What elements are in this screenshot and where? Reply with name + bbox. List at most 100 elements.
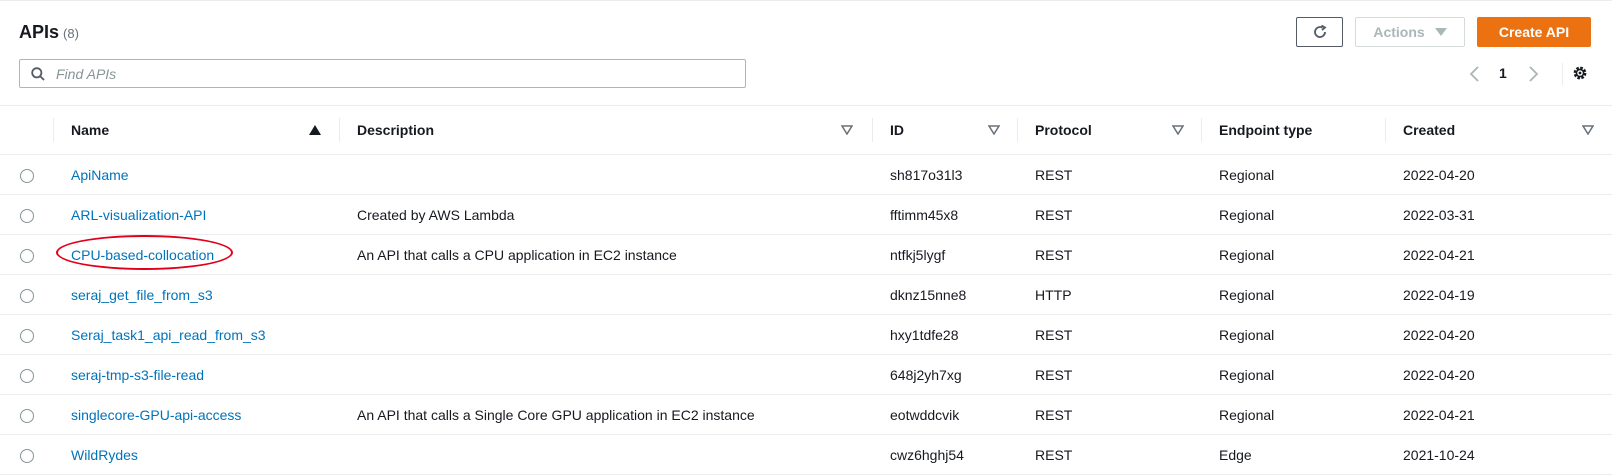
- table-row[interactable]: ApiName sh817o31l3 REST Regional 2022-04…: [0, 154, 1612, 195]
- column-header-label: Description: [357, 122, 435, 138]
- api-id-cell: eotwddcvik: [872, 394, 1017, 435]
- column-divider: [872, 118, 873, 142]
- row-radio-button[interactable]: [20, 368, 34, 383]
- row-select-cell: [0, 314, 53, 355]
- row-radio-button[interactable]: [20, 328, 34, 343]
- pager-divider: [1562, 63, 1563, 85]
- sort-toggle-icon[interactable]: [988, 125, 1000, 135]
- row-radio-button[interactable]: [20, 208, 34, 223]
- select-column-header: [0, 105, 53, 155]
- api-protocol-cell: REST: [1017, 314, 1201, 355]
- api-created-cell: 2022-04-19: [1385, 274, 1612, 315]
- column-header-label: ID: [890, 122, 904, 138]
- column-header-endpoint-type[interactable]: Endpoint type: [1201, 105, 1385, 155]
- column-header-description[interactable]: Description: [339, 105, 872, 155]
- api-name-link[interactable]: ApiName: [71, 167, 129, 183]
- table-row[interactable]: WildRydes cwz6hghj54 REST Edge 2021-10-2…: [0, 434, 1612, 475]
- table-row[interactable]: CPU-based-collocation An API that calls …: [0, 234, 1612, 275]
- api-name-cell: WildRydes: [53, 434, 339, 475]
- column-header-label: Name: [71, 122, 110, 138]
- api-name-link[interactable]: seraj-tmp-s3-file-read: [71, 367, 204, 383]
- caret-down-icon: [1434, 28, 1447, 36]
- api-name-link[interactable]: WildRydes: [71, 447, 138, 463]
- table-row[interactable]: Seraj_task1_api_read_from_s3 hxy1tdfe28 …: [0, 314, 1612, 355]
- table-row[interactable]: seraj-tmp-s3-file-read 648j2yh7xg REST R…: [0, 354, 1612, 395]
- column-header-protocol[interactable]: Protocol: [1017, 105, 1201, 155]
- sort-toggle-icon[interactable]: [1172, 125, 1184, 135]
- api-endpoint-cell: Regional: [1201, 394, 1385, 435]
- search-icon: [31, 67, 45, 81]
- sort-ascending-icon[interactable]: [309, 125, 321, 135]
- api-name-link[interactable]: ARL-visualization-API: [71, 207, 206, 223]
- api-protocol-cell: REST: [1017, 434, 1201, 475]
- row-radio-button[interactable]: [20, 288, 34, 303]
- actions-dropdown[interactable]: Actions: [1355, 17, 1465, 47]
- api-name-link[interactable]: singlecore-GPU-api-access: [71, 407, 241, 423]
- table-header-row: Name Description ID Protocol Endpoint ty…: [0, 105, 1612, 155]
- column-divider: [339, 118, 340, 142]
- table-row[interactable]: singlecore-GPU-api-access An API that ca…: [0, 394, 1612, 435]
- api-created-cell: 2022-04-21: [1385, 394, 1612, 435]
- api-id-cell: 648j2yh7xg: [872, 354, 1017, 395]
- sort-toggle-icon[interactable]: [841, 125, 853, 135]
- api-endpoint-cell: Edge: [1201, 434, 1385, 475]
- chevron-left-icon[interactable]: [1468, 65, 1482, 83]
- row-select-cell: [0, 194, 53, 235]
- api-protocol-cell: REST: [1017, 154, 1201, 195]
- chevron-right-icon[interactable]: [1526, 65, 1540, 83]
- api-description-cell: An API that calls a CPU application in E…: [339, 234, 872, 275]
- column-header-created[interactable]: Created: [1385, 105, 1612, 155]
- column-header-id[interactable]: ID: [872, 105, 1017, 155]
- row-radio-button[interactable]: [20, 448, 34, 463]
- api-id-cell: sh817o31l3: [872, 154, 1017, 195]
- api-created-cell: 2022-04-20: [1385, 314, 1612, 355]
- api-name-cell: Seraj_task1_api_read_from_s3: [53, 314, 339, 355]
- panel-header: APIs (8) Actions Create API: [0, 1, 1612, 53]
- column-divider: [1017, 118, 1018, 142]
- api-name-cell: seraj_get_file_from_s3: [53, 274, 339, 315]
- column-divider: [1201, 118, 1202, 142]
- gear-icon[interactable]: [1571, 64, 1589, 82]
- create-api-button[interactable]: Create API: [1477, 17, 1591, 47]
- api-name-link[interactable]: CPU-based-collocation: [71, 247, 214, 263]
- api-description-cell: [339, 354, 872, 395]
- api-name-link[interactable]: seraj_get_file_from_s3: [71, 287, 213, 303]
- page-title: APIs (8): [19, 22, 79, 43]
- row-radio-button[interactable]: [20, 168, 34, 183]
- row-select-cell: [0, 154, 53, 195]
- api-created-cell: 2022-04-20: [1385, 154, 1612, 195]
- api-endpoint-cell: Regional: [1201, 354, 1385, 395]
- page-title-text: APIs: [19, 22, 60, 42]
- api-id-cell: fftimm45x8: [872, 194, 1017, 235]
- column-divider: [53, 118, 54, 142]
- api-name-cell: singlecore-GPU-api-access: [53, 394, 339, 435]
- api-created-cell: 2021-10-24: [1385, 434, 1612, 475]
- api-protocol-cell: REST: [1017, 394, 1201, 435]
- current-page[interactable]: 1: [1499, 65, 1507, 81]
- api-created-cell: 2022-04-21: [1385, 234, 1612, 275]
- column-header-name[interactable]: Name: [53, 105, 339, 155]
- api-created-cell: 2022-04-20: [1385, 354, 1612, 395]
- api-id-cell: hxy1tdfe28: [872, 314, 1017, 355]
- api-id-cell: cwz6hghj54: [872, 434, 1017, 475]
- api-name-cell: seraj-tmp-s3-file-read: [53, 354, 339, 395]
- column-header-label: Protocol: [1035, 122, 1092, 138]
- column-header-label: Endpoint type: [1219, 122, 1313, 138]
- table-row[interactable]: ARL-visualization-API Created by AWS Lam…: [0, 194, 1612, 235]
- row-select-cell: [0, 274, 53, 315]
- api-name-link[interactable]: Seraj_task1_api_read_from_s3: [71, 327, 266, 343]
- table-row[interactable]: seraj_get_file_from_s3 dknz15nne8 HTTP R…: [0, 274, 1612, 315]
- search-input[interactable]: [54, 60, 734, 87]
- api-endpoint-cell: Regional: [1201, 154, 1385, 195]
- api-protocol-cell: REST: [1017, 234, 1201, 275]
- sort-toggle-icon[interactable]: [1582, 125, 1594, 135]
- refresh-button[interactable]: [1296, 17, 1343, 47]
- row-select-cell: [0, 354, 53, 395]
- row-radio-button[interactable]: [20, 408, 34, 423]
- api-endpoint-cell: Regional: [1201, 314, 1385, 355]
- row-radio-button[interactable]: [20, 248, 34, 263]
- apis-panel: APIs(8) Actions Create API 1: [0, 0, 1612, 475]
- column-divider: [1385, 118, 1386, 142]
- api-protocol-cell: REST: [1017, 194, 1201, 235]
- actions-label: Actions: [1373, 24, 1425, 40]
